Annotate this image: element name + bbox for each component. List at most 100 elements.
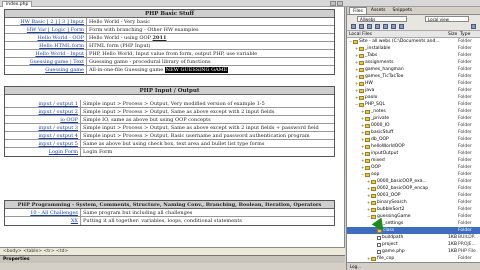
folder-icon — [365, 172, 370, 177]
tree-item-type: Folder — [458, 207, 472, 212]
checkin-icon[interactable] — [391, 24, 396, 29]
tree-file-row[interactable]: buildpath 1KB BUILDP... — [347, 234, 480, 241]
tree-folder-row[interactable]: + helloWorldOOP Folder — [347, 143, 480, 150]
col-local-files[interactable]: Local Files — [347, 31, 446, 37]
link-guessing-game[interactable]: Guessing game — [5, 66, 87, 74]
year-label: 2011 — [152, 35, 167, 41]
link-login-form[interactable]: Login Form — [5, 148, 81, 156]
tree-folder-row[interactable]: +0000_IO Folder — [347, 122, 480, 129]
link-io-4[interactable]: input / output 4 — [5, 132, 81, 139]
row-description: Simple input > Process > Output, Same as… — [83, 109, 275, 115]
folder-icon — [359, 46, 364, 51]
tree-item-type: Folder — [458, 95, 472, 100]
tree-file-row[interactable]: game.php 1KB PHP File — [347, 248, 480, 255]
tab-snippets[interactable]: Snippets — [390, 7, 416, 14]
link-hello-html-form[interactable]: Hello HTML form — [5, 42, 87, 49]
tree-folder-row[interactable]: +0003_OOP Folder — [347, 192, 480, 199]
document-design-view[interactable]: PHP Basic Stuff HW Basic [ 2 ] [ 3 ] Inp… — [0, 7, 345, 247]
link-io-2[interactable]: input / output 2 — [5, 108, 81, 115]
tag-selector[interactable]: <body> <table> <tr> <td> — [0, 247, 345, 255]
tree-item-type: Folder — [458, 186, 472, 191]
close-icon[interactable] — [337, 1, 343, 6]
site-dropdown[interactable]: Allwebs — [357, 16, 407, 22]
tree-item-label: games_hangman — [365, 67, 404, 72]
link-io-oop[interactable]: io OOP — [5, 116, 81, 123]
tree-folder-row[interactable]: + HW Folder — [347, 80, 480, 87]
tree-item-label: java — [365, 88, 375, 93]
tree-item-type: Folder — [458, 67, 472, 72]
tree-folder-row[interactable]: + bubbleSort2 Folder — [347, 206, 480, 213]
files-panel: Files Assets Snippets Allwebs Local view… — [346, 7, 480, 270]
view-dropdown[interactable]: Local view — [425, 16, 469, 22]
tree-folder-row[interactable]: + _notes Folder — [347, 108, 480, 115]
link-all-challenges[interactable]: 10 - All Challenges — [5, 209, 81, 216]
row-description: HTML form (PHP Input) — [89, 43, 151, 49]
row-description: PHP, Hello World, Input value from form,… — [89, 51, 258, 57]
tree-folder-row[interactable]: + class Folder — [347, 227, 480, 234]
tree-folder-row[interactable]: + java Folder — [347, 87, 480, 94]
tree-folder-row[interactable]: + _installable Folder — [347, 45, 480, 52]
tree-folder-row[interactable]: + assignments Folder — [347, 59, 480, 66]
sync-icon[interactable] — [399, 24, 404, 29]
tree-item-type: Folder — [458, 256, 472, 261]
tree-item-size — [448, 115, 458, 122]
tree-item-label: OOP — [371, 165, 381, 170]
tree-folder-row[interactable]: − PHP_SQL Folder — [347, 101, 480, 108]
link-hw-var[interactable]: HW Var [ Logic ] Form — [5, 26, 87, 33]
tree-folder-row[interactable]: + _Tabs Folder — [347, 52, 480, 59]
folder-icon — [371, 256, 376, 261]
col-size[interactable]: Size — [446, 31, 458, 37]
folder-icon — [365, 158, 370, 163]
link-hw-basic[interactable]: HW Basic [ 2 ] [ 3 ] Input — [5, 18, 87, 25]
tree-item-size — [448, 73, 458, 80]
link-hello-input[interactable]: Hello World - Input — [5, 50, 87, 57]
tree-folder-row[interactable]: +0000_basicOOP_exa... Folder — [347, 178, 480, 185]
expand-icon[interactable] — [471, 24, 476, 29]
link-io-3[interactable]: input / output 3 — [5, 124, 81, 131]
checkout-icon[interactable] — [383, 24, 388, 29]
tree-folder-row[interactable]: +0002_basicOOP_encap Folder — [347, 185, 480, 192]
tree-folder-row[interactable]: − oop Folder — [347, 171, 480, 178]
link-xx[interactable]: XX — [5, 217, 81, 225]
link-io-5[interactable]: input / output 5 — [5, 140, 81, 147]
connect-icon[interactable] — [351, 24, 356, 29]
refresh-icon[interactable] — [359, 24, 364, 29]
tree-item-label: 0002_basicOOP_encap — [377, 186, 429, 191]
tree-folder-row[interactable]: + file_cop Folder — [347, 255, 480, 262]
tab-files[interactable]: Files — [349, 7, 367, 14]
get-files-icon[interactable] — [367, 24, 372, 29]
tree-folder-row[interactable]: + OOP Folder — [347, 164, 480, 171]
properties-title[interactable]: Properties — [0, 256, 345, 263]
tree-folder-row[interactable]: + _private Folder — [347, 115, 480, 122]
tree-folder-row[interactable]: + inputOutput Folder — [347, 150, 480, 157]
tree-item-size — [448, 164, 458, 171]
tree-item-type: Folder — [458, 228, 472, 233]
tree-folder-row[interactable]: + db_OOP Folder — [347, 136, 480, 143]
folder-icon — [371, 200, 376, 205]
tree-folder-row[interactable]: + games_TicTacToe Folder — [347, 73, 480, 80]
section-php-programming: PHP Programming - System, Comments, Stru… — [4, 200, 335, 226]
folder-icon — [359, 81, 364, 86]
link-io-1[interactable]: input / output 1 — [5, 100, 81, 107]
tab-assets[interactable]: Assets — [368, 7, 389, 14]
tree-folder-row[interactable]: + _settings Folder — [347, 220, 480, 227]
tree-folder-row[interactable]: + binarySearch Folder — [347, 199, 480, 206]
tree-item-size — [448, 192, 458, 199]
tree-folder-row[interactable]: + mixed Folder — [347, 157, 480, 164]
tree-item-type: Folder — [458, 88, 472, 93]
link-guessing-text[interactable]: Guessing game | Text — [5, 58, 87, 65]
tree-file-row[interactable]: project 1KB PROJE... — [347, 241, 480, 248]
col-type[interactable]: Type — [458, 31, 480, 37]
minimize-icon[interactable] — [330, 1, 336, 6]
tree-folder-row[interactable]: − Site - all webs (C:\Documents and... Fol… — [347, 38, 480, 45]
tree-folder-row[interactable]: + games_hangman Folder — [347, 66, 480, 73]
log-button[interactable]: Log... — [347, 262, 480, 270]
put-files-icon[interactable] — [375, 24, 380, 29]
tree-item-label: db_OOP — [371, 137, 389, 142]
tree-folder-row[interactable]: − guessingGame Folder — [347, 213, 480, 220]
tree-folder-row[interactable]: + basicStuff Folder — [347, 129, 480, 136]
tree-item-size — [448, 178, 458, 185]
link-hello-oop[interactable]: Hello World - OOP — [5, 34, 87, 41]
tree-folder-row[interactable]: + paolo Folder — [347, 94, 480, 101]
tree-item-size — [448, 213, 458, 220]
